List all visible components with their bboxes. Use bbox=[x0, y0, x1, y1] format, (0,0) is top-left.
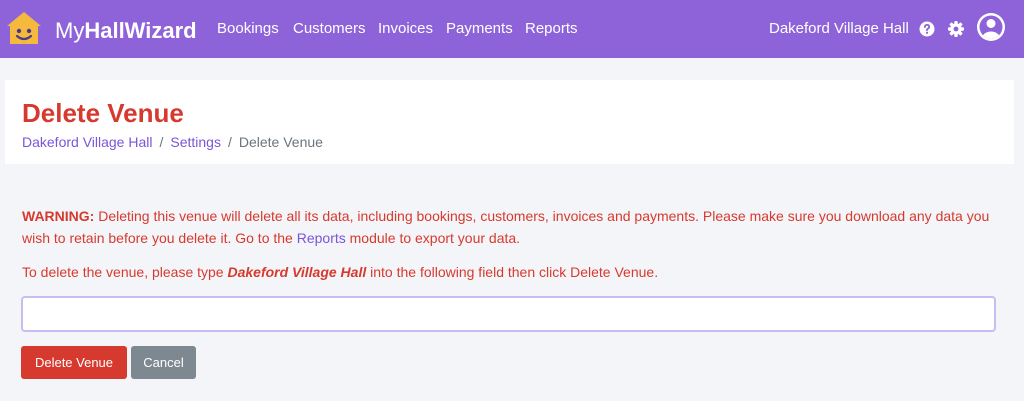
nav-customers[interactable]: Customers bbox=[293, 20, 366, 38]
help-icon[interactable] bbox=[919, 21, 935, 37]
page-title: Delete Venue bbox=[22, 98, 184, 128]
user-avatar-icon[interactable] bbox=[976, 12, 1006, 42]
house-smiley-icon[interactable] bbox=[5, 10, 43, 46]
warning-tail: module to export your data. bbox=[345, 230, 521, 246]
instruction-before: To delete the venue, please type bbox=[22, 264, 228, 280]
instruction-after: into the following field then click Dele… bbox=[366, 264, 659, 280]
gear-icon[interactable] bbox=[947, 20, 965, 38]
delete-venue-button[interactable]: Delete Venue bbox=[21, 346, 127, 379]
breadcrumb-settings-link[interactable]: Settings bbox=[170, 134, 221, 150]
nav-invoices[interactable]: Invoices bbox=[378, 20, 433, 38]
cancel-button[interactable]: Cancel bbox=[131, 346, 196, 379]
reports-link[interactable]: Reports bbox=[297, 230, 346, 246]
nav-reports[interactable]: Reports bbox=[525, 20, 578, 38]
current-venue-menu[interactable]: Dakeford Village Hall bbox=[769, 20, 909, 38]
confirm-venue-name-input[interactable] bbox=[21, 296, 996, 332]
page-header-card: Delete Venue Dakeford Village Hall / Setti… bbox=[5, 80, 1014, 164]
brand-logo-text[interactable]: MyHallWizard bbox=[55, 18, 197, 44]
nav-payments[interactable]: Payments bbox=[446, 20, 513, 38]
delete-warning-text: WARNING: Deleting this venue will delete… bbox=[22, 205, 1002, 249]
delete-instruction-text: To delete the venue, please type Dakefor… bbox=[22, 262, 658, 282]
venue-name-to-type: Dakeford Village Hall bbox=[227, 264, 367, 280]
nav-bookings[interactable]: Bookings bbox=[217, 20, 279, 38]
brand-name-bold: HallWizard bbox=[84, 18, 197, 43]
breadcrumb-current: Delete Venue bbox=[238, 134, 323, 150]
top-navbar: MyHallWizard Bookings Customers Invoices… bbox=[0, 0, 1024, 58]
breadcrumb: Dakeford Village Hall / Settings / Delete Ve… bbox=[22, 134, 323, 151]
warning-label: WARNING: bbox=[22, 208, 95, 224]
breadcrumb-separator: / bbox=[159, 134, 164, 150]
breadcrumb-venue-link[interactable]: Dakeford Village Hall bbox=[22, 134, 152, 150]
brand-name-light: My bbox=[55, 18, 85, 43]
breadcrumb-separator: / bbox=[227, 134, 232, 150]
